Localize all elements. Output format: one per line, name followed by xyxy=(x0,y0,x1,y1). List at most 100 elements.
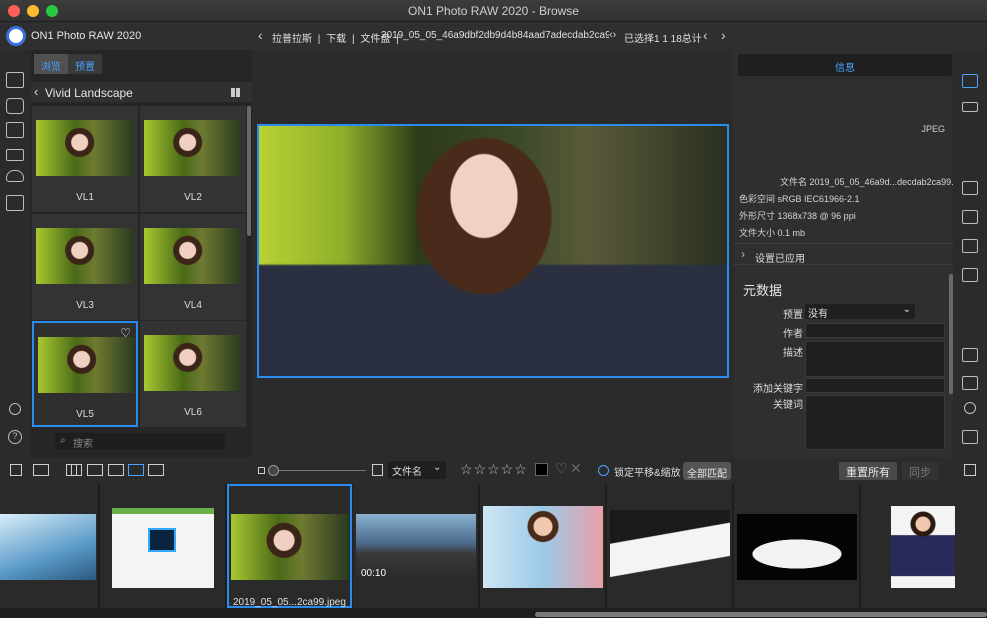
export-icon[interactable] xyxy=(962,430,978,444)
preset-preview-image xyxy=(36,228,133,284)
large-thumb-icon xyxy=(372,464,383,476)
star-rating[interactable]: ☆☆☆☆☆ xyxy=(460,461,528,478)
preset-thumbnail[interactable]: VL2 xyxy=(140,106,246,212)
detail-view-icon[interactable] xyxy=(87,464,103,476)
drive-icon[interactable] xyxy=(6,149,24,161)
info-panel: 信息 JPEG 文件名 2019_05_05_46a9d...decdab2ca… xyxy=(733,50,971,458)
left-module-bar: ? xyxy=(0,50,30,458)
preset-browser-panel: 浏览 预置 ‹ Vivid Landscape VL1 VL2 VL3 VL4 … xyxy=(31,50,252,458)
grid-view-icon[interactable] xyxy=(231,88,240,97)
preset-category-name: Vivid Landscape xyxy=(45,86,133,100)
preset-thumbnail[interactable]: VL4 xyxy=(140,214,246,320)
preset-search-input[interactable]: ⌕ 搜索 xyxy=(55,433,225,450)
help-icon[interactable]: ? xyxy=(8,430,22,444)
right-module-bar xyxy=(953,50,987,458)
sort-value: 文件名 xyxy=(392,467,422,478)
cloud-icon[interactable] xyxy=(6,170,24,182)
photo-icon[interactable] xyxy=(962,268,978,282)
preset-preview-image xyxy=(144,335,241,391)
like-heart-icon[interactable]: ♡ xyxy=(555,460,568,477)
back-arrow-icon[interactable]: ‹ xyxy=(258,27,263,43)
preset-thumbnail[interactable]: VL3 xyxy=(32,214,138,320)
compare-view-icon[interactable] xyxy=(128,464,144,476)
thumbnail-size-slider[interactable] xyxy=(268,470,366,471)
video-duration: 00:10 xyxy=(361,568,387,579)
breadcrumb-filename[interactable]: 2019_05_05_46a9dbf2db9d4b84aad7adecdab2c… xyxy=(381,30,609,41)
preset-thumbnail[interactable]: VL1 xyxy=(32,106,138,212)
main-preview-image[interactable] xyxy=(257,124,729,378)
add-keyword-field[interactable] xyxy=(805,378,945,393)
swap-icon[interactable]: ‹› xyxy=(609,29,616,41)
preset-field-label: 预置 xyxy=(783,310,803,321)
breadcrumb-item[interactable]: 下载 xyxy=(326,34,346,45)
image-icon[interactable] xyxy=(962,210,978,224)
author-field[interactable] xyxy=(805,323,945,338)
filmstrip-thumbnail[interactable] xyxy=(0,484,99,608)
metadata-title: 元数据 xyxy=(743,283,783,298)
filmstrip-thumbnail[interactable] xyxy=(480,484,606,608)
thumbnail-filename: 2019_05_05...2ca99.jpeg xyxy=(233,597,346,608)
monitor-icon[interactable] xyxy=(6,72,24,88)
prev-image-icon[interactable]: ‹ xyxy=(703,27,708,43)
filmstrip-view-icon[interactable] xyxy=(108,464,124,476)
print-icon[interactable] xyxy=(962,376,978,390)
preset-preview-image xyxy=(144,228,241,284)
reset-all-button[interactable]: 重置所有 xyxy=(839,462,897,480)
preset-label: VL3 xyxy=(76,300,94,311)
color-label-icon[interactable] xyxy=(535,463,548,476)
preset-label: VL5 xyxy=(76,409,94,420)
develop-sliders-icon[interactable] xyxy=(962,102,978,112)
share-icon[interactable] xyxy=(964,402,976,414)
info-header[interactable]: 信息 xyxy=(738,54,952,76)
grid-view-icon[interactable] xyxy=(66,464,82,476)
second-display-icon[interactable] xyxy=(33,464,49,476)
camera-icon[interactable] xyxy=(6,98,24,114)
keywords-field[interactable] xyxy=(805,395,945,450)
preset-select[interactable]: 没有 ⌄ xyxy=(805,304,915,320)
panel-scrollbar[interactable] xyxy=(247,106,251,236)
filmstrip-thumbnail[interactable] xyxy=(607,484,733,608)
next-image-icon[interactable]: › xyxy=(721,27,726,43)
filmstrip-thumbnail[interactable] xyxy=(861,484,987,608)
compare-icon[interactable] xyxy=(962,239,978,253)
preset-category-header[interactable]: ‹ Vivid Landscape xyxy=(31,82,252,102)
lock-pan-zoom-radio[interactable] xyxy=(598,465,609,476)
thumbnail-image xyxy=(0,514,96,580)
selection-count: 已选择1 1 18总计 xyxy=(624,34,702,45)
tab-browse[interactable]: 浏览 xyxy=(34,54,68,74)
filmstrip-thumbnail[interactable]: 00:10 xyxy=(353,484,479,608)
settings-applied-section[interactable]: › 设置已应用 xyxy=(733,243,953,265)
filmstrip-thumbnail[interactable] xyxy=(100,484,226,608)
panel-tabs: 浏览 预置 xyxy=(34,54,102,74)
favorite-heart-icon[interactable]: ♡ xyxy=(120,326,131,340)
folder-icon[interactable] xyxy=(6,122,24,138)
tab-presets[interactable]: 预置 xyxy=(68,54,102,74)
filmstrip-thumbnail-selected[interactable]: 2019_05_05...2ca99.jpeg xyxy=(227,484,352,608)
reject-x-icon[interactable]: ✕ xyxy=(570,460,582,477)
preset-thumbnail-selected[interactable]: ♡ VL5 xyxy=(32,321,138,427)
filename-info: 文件名 2019_05_05_46a9d...decdab2ca99.jpeg xyxy=(780,177,971,187)
preset-select-value: 没有 xyxy=(808,309,828,320)
thumbnail-image xyxy=(112,508,214,588)
breadcrumb-separator: | xyxy=(351,34,355,45)
albums-icon[interactable] xyxy=(6,195,24,211)
user-icon[interactable] xyxy=(9,403,21,415)
toggle-panel-icon[interactable] xyxy=(10,464,22,476)
toggle-right-panel-icon[interactable] xyxy=(964,464,976,476)
breadcrumb-item[interactable]: 拉普拉斯 xyxy=(272,34,312,45)
resize-icon[interactable] xyxy=(962,348,978,362)
filmstrip: 2019_05_05...2ca99.jpeg 00:10 xyxy=(0,484,987,618)
filmstrip-scrollbar[interactable] xyxy=(535,612,987,617)
thumbnail-image xyxy=(483,506,603,588)
preset-thumbnail[interactable]: VL6 xyxy=(140,321,246,427)
slider-thumb[interactable] xyxy=(268,465,279,476)
sync-button[interactable]: 同步 xyxy=(902,462,938,480)
filmstrip-thumbnail[interactable] xyxy=(734,484,860,608)
browse-search-icon[interactable] xyxy=(962,74,978,88)
sort-select[interactable]: 文件名 ⌄ xyxy=(388,461,446,479)
map-view-icon[interactable] xyxy=(148,464,164,476)
match-all-button[interactable]: 全部匹配 xyxy=(683,462,731,480)
back-icon[interactable]: ‹ xyxy=(34,84,38,99)
description-field[interactable] xyxy=(805,341,945,377)
layers-icon[interactable] xyxy=(962,181,978,195)
